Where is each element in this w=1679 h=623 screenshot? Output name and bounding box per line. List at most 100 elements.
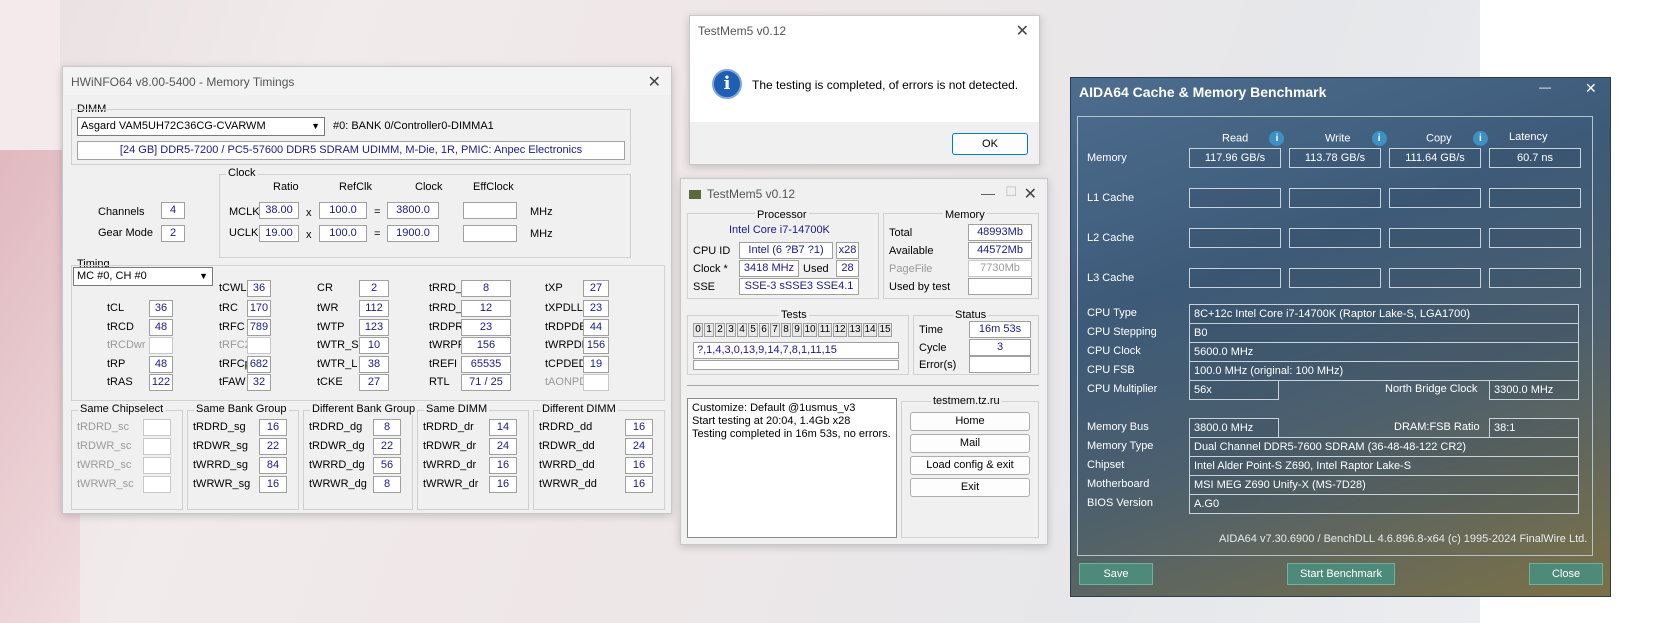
bench-lat-value: 60.7 ns: [1489, 148, 1581, 168]
load-config-exit-button[interactable]: Load config & exit: [910, 456, 1030, 475]
info-icon[interactable]: i: [1371, 131, 1387, 146]
turnaround-label: tRDWR_sc: [77, 440, 132, 452]
info-icon[interactable]: i: [1269, 131, 1285, 146]
timing-value-twtr_l: 38: [359, 356, 389, 373]
cpu-step-label: CPU Stepping: [1087, 326, 1157, 338]
close-button[interactable]: Close: [1529, 563, 1603, 585]
chipset-label: Chipset: [1087, 459, 1125, 471]
timing-label-trfc2: tRFC2: [219, 339, 251, 351]
timing-label-rtl: RTL: [429, 376, 450, 388]
window-title: TestMem5 v0.12: [707, 187, 796, 201]
turnaround-label: tRDRD_sg: [193, 421, 246, 433]
timing-value-trrd_l: 12: [461, 300, 511, 317]
mail-button[interactable]: Mail: [910, 434, 1030, 453]
refclk-header: RefClk: [339, 181, 373, 193]
turnaround-label: tRDRD_dr: [423, 421, 474, 433]
minimize-icon[interactable]: —: [1539, 80, 1551, 94]
bank-label: #0: BANK 0/Controller0-DIMMA1: [333, 120, 494, 132]
cpu-id-label: CPU ID: [693, 245, 731, 257]
turnaround-label: tRDWR_dd: [539, 440, 595, 452]
turnaround-label: tWRRD_sg: [193, 459, 249, 471]
timing-label-txpdll: tXPDLL: [545, 302, 583, 314]
test-number: 6: [759, 323, 769, 337]
test-number: 4: [737, 323, 747, 337]
uclk-effclock: [463, 225, 517, 242]
latency-header: Latency: [1509, 131, 1548, 143]
close-icon[interactable]: ✕: [1585, 80, 1597, 97]
test-number: 3: [726, 323, 736, 337]
channels-label: Channels: [98, 206, 145, 218]
log-box[interactable]: Customize: Default @1usmus_v3 Start test…: [687, 398, 897, 538]
dram-fsb-ratio-label: DRAM:FSB Ratio: [1394, 421, 1480, 433]
turnaround-value: [143, 476, 171, 493]
used-by-test-label: Used by test: [889, 281, 951, 293]
read-header: Read i: [1222, 131, 1285, 146]
dram-fsb-ratio-value: 38:1: [1489, 418, 1579, 438]
write-label: Write: [1325, 132, 1351, 145]
timing-label-twtr_l: tWTR_L: [317, 358, 358, 370]
cpu-clock-label: CPU Clock: [1087, 345, 1141, 357]
timing-value-trfc: 789: [247, 319, 271, 336]
pagefile-label: PageFile: [889, 263, 933, 275]
tests-title: Tests: [779, 309, 809, 321]
turnaround-label: tRDRD_dg: [309, 421, 363, 433]
aida64-window: AIDA64 Cache & Memory Benchmark — ✕ Read…: [1070, 77, 1611, 597]
timing-value-tfaw: 32: [247, 374, 271, 391]
timing-value-cr: 2: [359, 280, 389, 297]
save-button[interactable]: Save: [1079, 563, 1153, 585]
hwinfo-titlebar: HWiNFO64 v8.00-5400 - Memory Timings: [63, 67, 671, 95]
close-icon[interactable]: ✕: [1016, 21, 1029, 41]
mhz-unit: MHz: [530, 228, 553, 240]
sse-value: SSE-3 sSSE3 SSE4.1: [739, 278, 859, 295]
timing-label-twtr_s: tWTR_S: [317, 339, 359, 351]
bench-write-value: 113.78 GB/s: [1289, 148, 1381, 168]
cpu-clock-value: 5600.0 MHz: [1189, 342, 1579, 362]
mem-type-value: Dual Channel DDR5-7600 SDRAM (36-48-48-1…: [1189, 437, 1579, 457]
close-icon[interactable]: ✕: [1024, 184, 1037, 204]
bench-copy-value: [1389, 268, 1481, 288]
test-number: 8: [781, 323, 791, 337]
home-button[interactable]: Home: [910, 412, 1030, 431]
total-value: 48993Mb: [968, 224, 1032, 241]
start-benchmark-button[interactable]: Start Benchmark: [1287, 563, 1395, 585]
dimm-info: [24 GB] DDR5-7200 / PC5-57600 DDR5 SDRAM…: [77, 141, 625, 160]
info-icon[interactable]: i: [1472, 131, 1488, 146]
timing-label-twtp: tWTP: [317, 321, 345, 333]
timing-value-txp: 27: [583, 280, 609, 297]
mclk-ratio: 38.00: [259, 202, 299, 219]
ok-button[interactable]: OK: [952, 133, 1028, 155]
test-number: 0: [693, 323, 703, 337]
dialog-message: The testing is completed, of errors is n…: [752, 78, 1019, 92]
bench-row-label: L2 Cache: [1087, 232, 1135, 244]
bench-row-label: L3 Cache: [1087, 272, 1135, 284]
test-number: 9: [792, 323, 802, 337]
turnaround-label: tRDWR_dr: [423, 440, 477, 452]
turnaround-value: 16: [489, 457, 517, 474]
bench-row-label: L1 Cache: [1087, 192, 1135, 204]
timing-value-trefi: 65535: [461, 356, 511, 373]
turnaround-group-title: Different DIMM: [540, 403, 618, 415]
turnaround-label: tWRRD_sc: [77, 459, 132, 471]
minimize-icon[interactable]: —: [981, 185, 995, 201]
mobo-label: Motherboard: [1087, 478, 1150, 490]
timing-value-rtl: 71 / 25: [461, 374, 511, 391]
turnaround-value: 24: [625, 438, 653, 455]
dimm-select[interactable]: Asgard VAM5UH72C36CG-CVARWM ▼: [77, 117, 325, 136]
timing-value-trc: 170: [247, 300, 271, 317]
close-icon[interactable]: ✕: [648, 72, 661, 92]
site-link[interactable]: testmem.tz.ru: [931, 395, 1002, 407]
turnaround-value: 16: [625, 457, 653, 474]
turnaround-group-title: Same Chipselect: [78, 403, 166, 415]
turnaround-value: 16: [625, 419, 653, 436]
mc-select[interactable]: MC #0, CH #0 ▼: [73, 267, 213, 286]
used-by-test-value: [968, 278, 1032, 295]
bench-read-value: [1189, 228, 1281, 248]
timing-value-txpdll: 23: [583, 300, 609, 317]
maximize-icon: ☐: [1005, 184, 1017, 199]
separator: [687, 385, 1039, 386]
mhz-unit: MHz: [530, 206, 553, 218]
write-header: Write i: [1325, 131, 1387, 146]
cpu-step-value: B0: [1189, 323, 1579, 343]
exit-button[interactable]: Exit: [910, 478, 1030, 497]
bench-lat-value: [1489, 188, 1581, 208]
